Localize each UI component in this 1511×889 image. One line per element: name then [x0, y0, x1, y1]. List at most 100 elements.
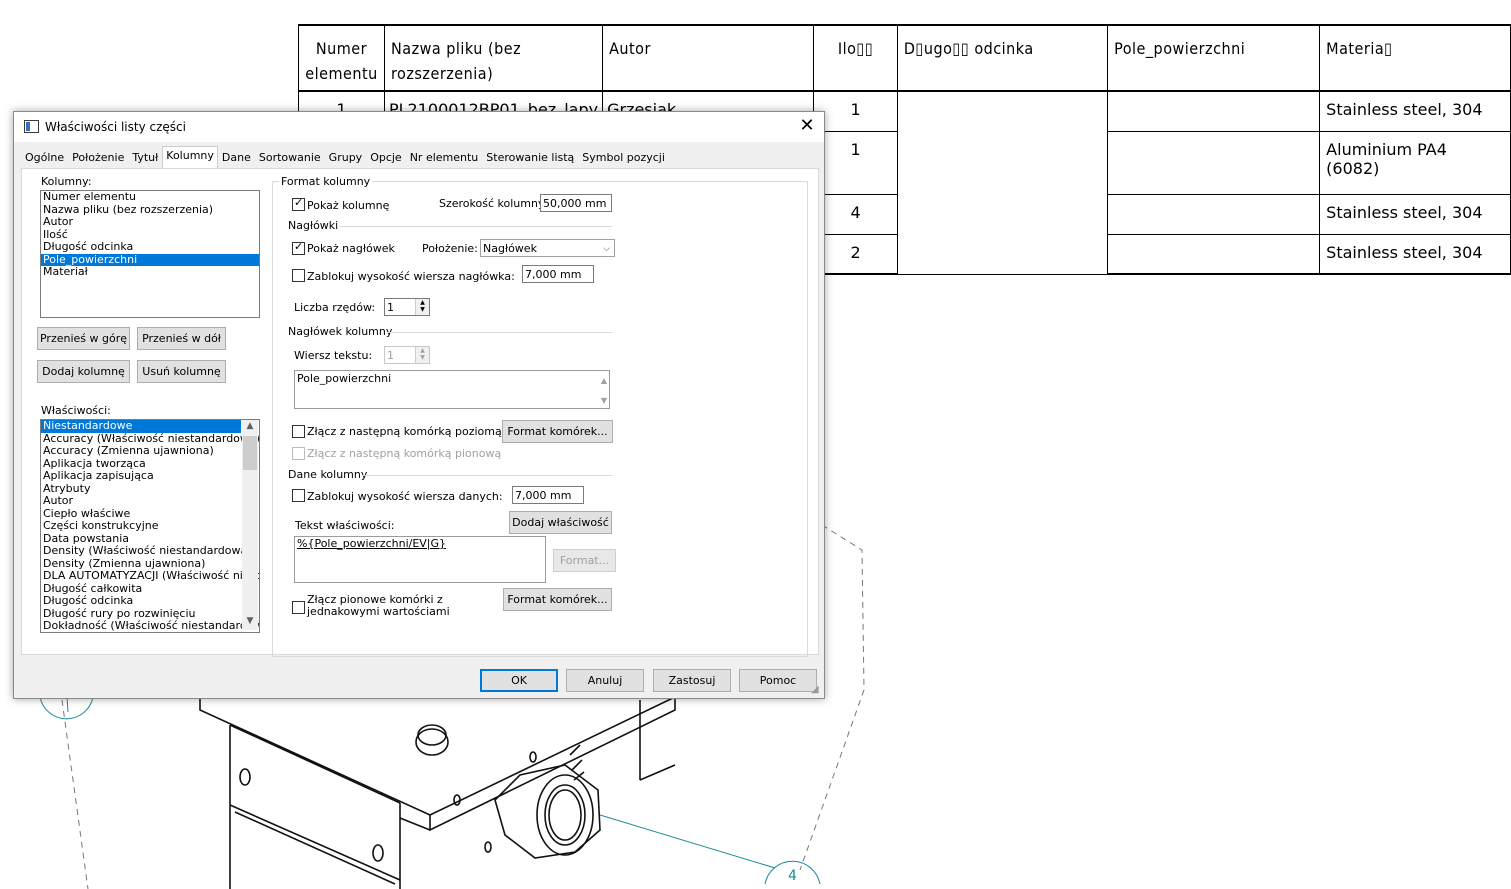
list-item[interactable]: Autor [41, 215, 259, 229]
bom-header-cell: Materia▯ [1326, 39, 1393, 58]
list-item[interactable]: Numer elementu [41, 191, 259, 204]
ok-button[interactable]: OK [480, 669, 558, 692]
show-header-checkbox[interactable] [292, 240, 305, 255]
position-label: Położenie: [422, 242, 478, 255]
tab-title[interactable]: Tytuł [128, 148, 162, 169]
column-width-label: Szerokość kolumny: [439, 197, 548, 210]
list-item-selected[interactable]: Niestandardowe [41, 420, 241, 433]
merge-horizontal-label: Złącz z następną komórką poziomą [307, 425, 502, 438]
bom-header-cell: Nazwa pliku (bez rozszerzenia) [390, 39, 522, 83]
stepper-arrows-icon[interactable]: ▲ ▼ [415, 347, 429, 363]
tab-list-control[interactable]: Sterowanie listą [482, 148, 578, 169]
header-text-area[interactable]: Pole_powierzchni ▲ ▼ [294, 370, 610, 409]
app-icon [24, 120, 39, 133]
header-text-value: Pole_powierzchni [297, 372, 392, 385]
rows-count-stepper[interactable]: 1 ▲ ▼ [384, 298, 430, 316]
cell-format-button-2[interactable]: Format komórek... [503, 588, 612, 611]
column-width-field[interactable]: 50,000 mm [540, 194, 612, 212]
show-column-checkbox[interactable] [292, 196, 305, 211]
merge-equal-values-checkbox[interactable] [292, 601, 305, 614]
position-dropdown[interactable]: Nagłówek ⌵ [480, 239, 615, 257]
list-item[interactable]: Aplikacja zapisująca [41, 469, 241, 483]
parts-list-properties-dialog: Właściwości listy części ✕ Ogólne Położe… [13, 111, 825, 699]
help-button[interactable]: Pomoc [739, 669, 817, 692]
list-item[interactable]: Density (Właściwość niestandardowa) [41, 544, 252, 558]
columns-tab-panel: Kolumny: Numer elementu Nazwa pliku (bez… [21, 168, 819, 657]
list-item[interactable]: Nazwa pliku (bez rozszerzenia) [41, 203, 259, 217]
scroll-down-icon[interactable]: ▼ [242, 616, 258, 626]
cancel-button[interactable]: Anuluj [566, 669, 644, 692]
tab-data[interactable]: Dane [218, 148, 255, 169]
merge-equal-values-label: Złącz pionowe komórki z jednakowymi wart… [307, 594, 450, 618]
add-column-button[interactable]: Dodaj kolumnę [37, 360, 130, 383]
bom-cell: 1 [813, 130, 898, 195]
tab-position[interactable]: Położenie [68, 148, 128, 169]
bom-header-row: Numer elementu Nazwa pliku (bez rozszerz… [298, 24, 1511, 92]
stepper-arrows-icon[interactable]: ▲ ▼ [415, 299, 429, 315]
lock-data-height-checkbox[interactable] [292, 489, 305, 502]
scroll-thumb[interactable] [243, 436, 257, 470]
scroll-down-icon[interactable]: ▼ [601, 393, 607, 409]
rows-count-label: Liczba rzędów: [294, 301, 376, 314]
tab-sorting[interactable]: Sortowanie [255, 148, 325, 169]
merge-vertical-checkbox[interactable] [292, 447, 305, 460]
dialog-titlebar[interactable]: Właściwości listy części ✕ [14, 112, 824, 142]
properties-listbox[interactable]: Niestandardowe Accuracy (Właściwość nies… [40, 419, 260, 633]
bom-header-cell: D▯ugo▯▯ odcinka [903, 39, 1034, 58]
bom-cell: Stainless steel, 304 [1319, 193, 1511, 235]
move-down-button[interactable]: Przenieś w dół [137, 327, 226, 350]
tab-groups[interactable]: Grupy [325, 148, 367, 169]
cell-format-button[interactable]: Format komórek... [502, 420, 613, 443]
list-item[interactable]: Materiał [41, 265, 259, 279]
close-icon[interactable]: ✕ [794, 114, 820, 138]
columns-listbox[interactable]: Numer elementu Nazwa pliku (bez rozszerz… [40, 190, 260, 318]
scroll-up-icon[interactable]: ▲ [242, 421, 258, 431]
tab-item-number[interactable]: Nr elementu [406, 148, 483, 169]
list-item[interactable]: Długość odcinka [41, 594, 241, 608]
lock-header-height-checkbox[interactable] [292, 269, 305, 282]
add-property-button[interactable]: Dodaj właściwość [509, 511, 612, 534]
part-body [199, 696, 676, 889]
show-header-label: Pokaż nagłówek [307, 242, 395, 255]
format-button[interactable]: Format... [553, 549, 616, 572]
text-row-stepper[interactable]: 1 ▲ ▼ [384, 346, 430, 364]
list-item[interactable]: Autor [41, 494, 241, 508]
list-item[interactable]: Dokładność (Właściwość niestandardowa) [41, 619, 259, 632]
bom-cell: 1 [813, 90, 898, 132]
merge-horizontal-checkbox[interactable] [292, 425, 305, 438]
tab-general[interactable]: Ogólne [21, 148, 68, 169]
remove-column-button[interactable]: Usuń kolumnę [137, 360, 226, 383]
apply-button[interactable]: Zastosuj [653, 669, 731, 692]
bom-cell: Stainless steel, 304 [1319, 233, 1511, 275]
tab-balloon-symbol[interactable]: Symbol pozycji [578, 148, 669, 169]
header-height-field[interactable]: 7,000 mm [522, 265, 594, 283]
separator [387, 332, 612, 333]
scroll-up-icon[interactable]: ▲ [601, 373, 607, 389]
properties-scrollbar[interactable]: ▲ ▼ [242, 420, 258, 630]
bom-header-cell: Autor [609, 39, 651, 58]
bom-header-cell: Numer elementu [305, 39, 378, 83]
move-up-button[interactable]: Przenieś w górę [37, 327, 130, 350]
bom-cell [1107, 233, 1321, 275]
data-height-field[interactable]: 7,000 mm [512, 486, 584, 504]
format-group-label: Format kolumny [279, 175, 373, 188]
list-item[interactable]: Części konstrukcyjne [41, 519, 241, 533]
text-row-label: Wiersz tekstu: [294, 349, 373, 362]
dashed-leader-left [61, 699, 89, 889]
resize-grip-icon[interactable]: ◢ [811, 684, 819, 695]
bom-cell: 2 [813, 233, 898, 275]
list-item[interactable]: DLA AUTOMATYZACJI (Właściwość niestandar… [41, 569, 259, 583]
headers-group-label: Nagłówki [288, 219, 339, 232]
rows-count-value: 1 [387, 301, 394, 314]
list-item[interactable]: Długość odcinka [41, 240, 259, 254]
properties-label: Właściwości: [41, 404, 111, 417]
position-value: Nagłówek [483, 242, 537, 255]
bom-cell [1107, 130, 1321, 195]
property-text-area[interactable]: %{Pole_powierzchni/EV|G} [294, 536, 546, 583]
bom-cell: 4 [813, 193, 898, 235]
balloon-1-icon [39, 696, 94, 720]
balloon-4-label: 4 [788, 868, 797, 884]
list-item[interactable]: Accuracy (Zmienna ujawniona) [41, 444, 241, 458]
tab-columns[interactable]: Kolumny [162, 146, 218, 169]
tab-options[interactable]: Opcje [366, 148, 406, 169]
